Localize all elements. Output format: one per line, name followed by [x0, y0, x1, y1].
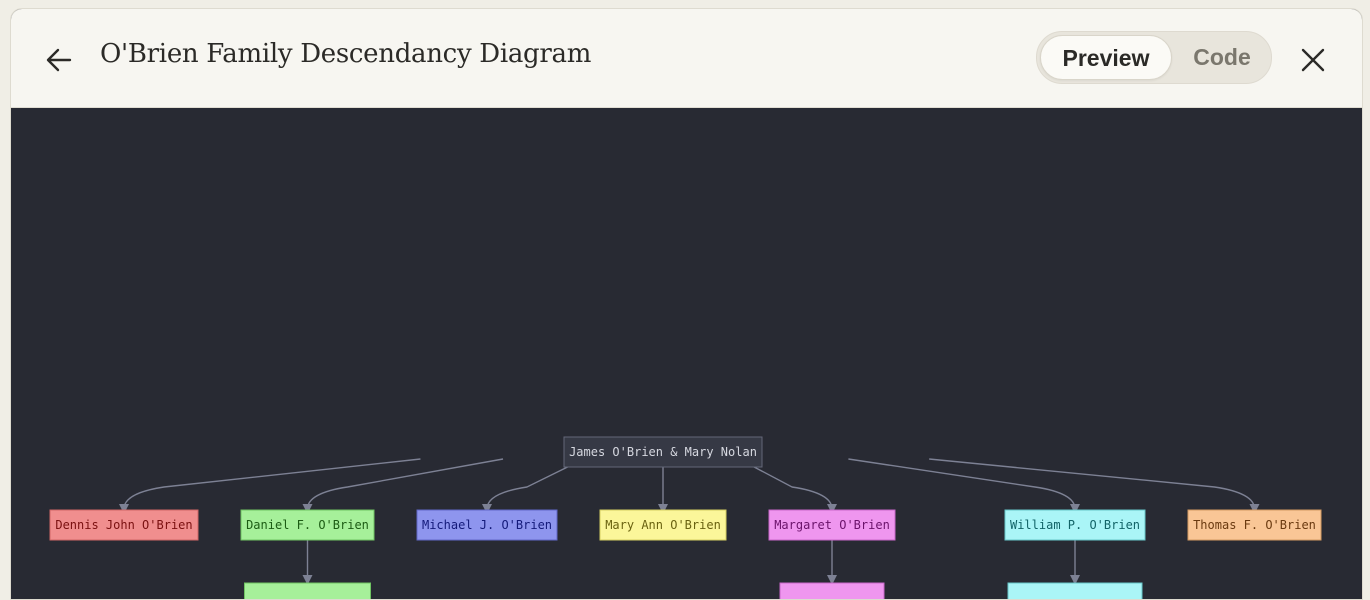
child-node-label: Dennis John O'Brien [55, 518, 192, 532]
child-node: Thomas F. O'Brien [1187, 509, 1322, 541]
child-node-label: Michael J. O'Brien [422, 518, 552, 532]
child-node: William P. O'Brien [1004, 509, 1146, 541]
descendant-node [779, 582, 885, 599]
edge-root-to-child [929, 458, 1260, 514]
artifact-window: O'Brien Family Descendancy Diagram Previ… [10, 8, 1363, 600]
close-button[interactable] [1295, 42, 1331, 78]
child-node-label: Mary Ann O'Brien [605, 518, 721, 532]
child-node-label: Margaret O'Brien [774, 518, 890, 532]
page-title: O'Brien Family Descendancy Diagram [100, 39, 592, 69]
child-node-label: Thomas F. O'Brien [1193, 518, 1316, 532]
diagram-nodes: James O'Brien & Mary Nolan Dennis John O'… [49, 436, 1322, 599]
code-tab[interactable]: Code [1177, 35, 1267, 80]
child-node: Michael J. O'Brien [416, 509, 558, 541]
descendant-node [1007, 582, 1143, 599]
child-node: Dennis John O'Brien [49, 509, 199, 541]
diagram-canvas: James O'Brien & Mary Nolan Dennis John O'… [11, 108, 1362, 599]
child-node-label: Daniel F. O'Brien [246, 518, 369, 532]
child-node: Margaret O'Brien [768, 509, 896, 541]
root-node: James O'Brien & Mary Nolan [563, 436, 763, 468]
family-tree-diagram: James O'Brien & Mary Nolan Dennis John O'… [49, 436, 1322, 599]
edge-root-to-child [848, 458, 1080, 514]
view-toggle: Preview Code [1036, 31, 1272, 84]
child-node-label: William P. O'Brien [1010, 518, 1140, 532]
preview-tab[interactable]: Preview [1040, 35, 1172, 80]
root-node-label: James O'Brien & Mary Nolan [569, 445, 757, 459]
back-button[interactable] [41, 42, 77, 78]
child-node: Mary Ann O'Brien [599, 509, 727, 541]
arrow-left-icon [46, 48, 72, 72]
edge-root-to-child [302, 458, 504, 514]
descendant-node [244, 582, 371, 599]
edge-root-to-child [119, 458, 421, 514]
child-node: Daniel F. O'Brien [240, 509, 375, 541]
close-icon [1301, 48, 1325, 72]
artifact-header: O'Brien Family Descendancy Diagram Previ… [11, 9, 1362, 108]
